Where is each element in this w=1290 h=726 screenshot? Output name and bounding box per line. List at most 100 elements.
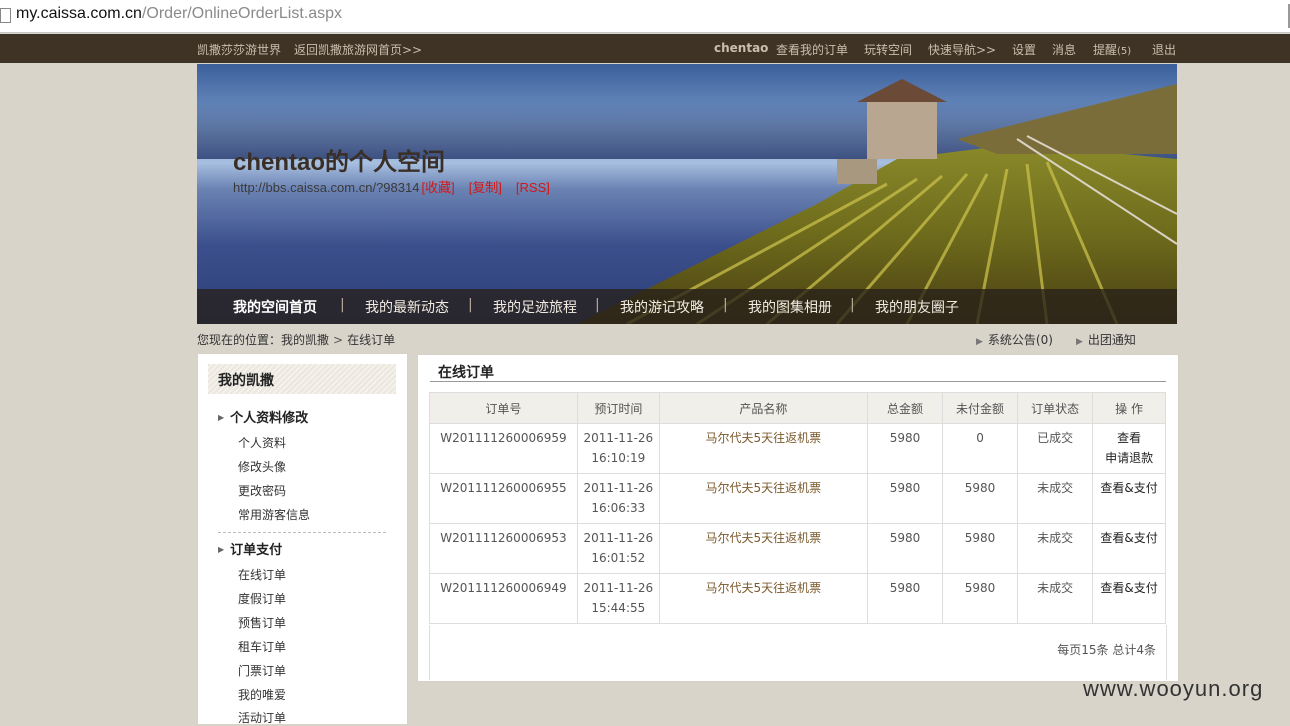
sidebar-item-car-orders[interactable]: 租车订单	[238, 638, 286, 655]
orders-table: 订单号 预订时间 产品名称 总金额 未付金额 订单状态 操 作 W2011112…	[429, 392, 1166, 624]
nav-link-settings[interactable]: 设置	[1012, 41, 1036, 58]
total-amount: 5980	[867, 573, 944, 624]
nav-link-messages[interactable]: 消息	[1052, 41, 1076, 58]
order-clock: 15:44:55	[591, 601, 646, 615]
triangle-right-icon: ▶	[218, 413, 225, 422]
page-icon	[0, 8, 11, 23]
view-and-pay-link[interactable]: 查看&支付	[1094, 478, 1164, 498]
view-and-pay-link[interactable]: 查看&支付	[1094, 578, 1164, 598]
order-clock: 16:06:33	[591, 501, 646, 515]
order-status: 未成交	[1017, 473, 1094, 524]
sidebar-divider	[218, 532, 386, 533]
nav-link-back-home[interactable]: 返回凯撒旅游网首页>>	[294, 41, 422, 58]
menu-separator: |	[595, 297, 600, 313]
order-number: W201111260006949	[429, 573, 578, 624]
product-name[interactable]: 马尔代夫5天往返机票	[659, 473, 868, 524]
sidebar-item-avatar[interactable]: 修改头像	[238, 458, 286, 475]
order-clock: 16:10:19	[591, 451, 646, 465]
unpaid-amount: 0	[942, 423, 1019, 474]
sidebar-group-orders[interactable]: ▶ 订单支付	[218, 539, 282, 558]
product-name[interactable]: 马尔代夫5天往返机票	[659, 423, 868, 474]
column-header: 预订时间	[577, 392, 660, 424]
menu-separator: |	[468, 297, 473, 313]
table-row: W201111260006953 2011-11-26 16:01:52 马尔代夫…	[429, 523, 1166, 574]
space-url: http://bbs.caissa.com.cn/?98314	[233, 180, 420, 195]
view-link[interactable]: 查看	[1094, 428, 1164, 448]
bookmark-link[interactable]: [收藏]	[421, 180, 454, 195]
sidebar-item-ticket-orders[interactable]: 门票订单	[238, 662, 286, 679]
order-time: 2011-11-26 16:01:52	[577, 523, 660, 574]
sidebar-header: 我的凯撒	[208, 364, 396, 394]
table-row: W201111260006959 2011-11-26 16:10:19 马尔代夫…	[429, 423, 1166, 474]
menu-separator: |	[850, 297, 855, 313]
address-bar[interactable]: my.caissa.com.cn/Order/OnlineOrderList.a…	[0, 0, 1290, 33]
rss-link[interactable]: [RSS]	[516, 180, 550, 195]
space-url-line: http://bbs.caissa.com.cn/?98314 [收藏] [复制] […	[233, 177, 550, 196]
triangle-right-icon: ▶	[1076, 337, 1083, 347]
sidebar-item-vacation-orders[interactable]: 度假订单	[238, 590, 286, 607]
copy-link[interactable]: [复制]	[469, 180, 502, 195]
column-header: 未付金额	[942, 392, 1019, 424]
username[interactable]: chentao	[714, 41, 768, 55]
departure-notice-link[interactable]: ▶ 出团通知	[1076, 331, 1136, 348]
order-clock: 16:01:52	[591, 551, 646, 565]
menu-footprints[interactable]: 我的足迹旅程	[493, 297, 577, 317]
product-name[interactable]: 马尔代夫5天往返机票	[659, 573, 868, 624]
order-status: 未成交	[1017, 573, 1094, 624]
total-amount: 5980	[867, 523, 944, 574]
order-time: 2011-11-26 16:10:19	[577, 423, 660, 474]
order-actions: 查看&支付	[1092, 573, 1166, 624]
column-header: 产品名称	[659, 392, 868, 424]
breadcrumb: 您现在的位置：我的凯撒 > 在线订单	[197, 331, 395, 348]
sidebar-header-label: 我的凯撒	[218, 373, 274, 389]
sidebar-group-label: 订单支付	[230, 543, 283, 558]
nav-link-my-orders[interactable]: 查看我的订单	[776, 41, 848, 58]
nav-link-reminders[interactable]: 提醒(5)	[1093, 41, 1131, 58]
sidebar-item-travelers[interactable]: 常用游客信息	[238, 506, 310, 523]
order-number: W201111260006955	[429, 473, 578, 524]
menu-separator: |	[340, 297, 345, 313]
nav-link-quick-nav[interactable]: 快速导航>>	[928, 41, 996, 58]
breadcrumb-separator: >	[333, 333, 344, 347]
triangle-right-icon: ▶	[976, 337, 983, 347]
column-header: 总金额	[867, 392, 944, 424]
column-header: 订单状态	[1017, 392, 1094, 424]
sidebar-group-label: 个人资料修改	[230, 411, 309, 426]
url-path: /Order/OnlineOrderList.aspx	[141, 5, 343, 22]
logout-link[interactable]: 退出	[1152, 41, 1176, 58]
sidebar-item-my-favorites[interactable]: 我的唯爱	[238, 686, 286, 703]
table-row: W201111260006955 2011-11-26 16:06:33 马尔代夫…	[429, 473, 1166, 524]
view-and-pay-link[interactable]: 查看&支付	[1094, 528, 1164, 548]
menu-albums[interactable]: 我的图集相册	[748, 297, 832, 317]
space-menu: 我的空间首页 | 我的最新动态 | 我的足迹旅程 | 我的游记攻略 | 我的图集…	[197, 289, 1177, 324]
menu-friends[interactable]: 我的朋友圈子	[875, 297, 959, 317]
sidebar-item-online-orders[interactable]: 在线订单	[238, 566, 286, 583]
sidebar-group-profile[interactable]: ▶ 个人资料修改	[218, 407, 308, 426]
menu-separator: |	[723, 297, 728, 313]
sidebar-item-event-orders[interactable]: 活动订单	[238, 709, 286, 726]
order-actions: 查看&支付	[1092, 523, 1166, 574]
url-host: my.caissa.com.cn	[16, 5, 142, 22]
sidebar-item-profile[interactable]: 个人资料	[238, 434, 286, 451]
menu-latest-activity[interactable]: 我的最新动态	[365, 297, 449, 317]
breadcrumb-item-my-caissa[interactable]: 我的凯撒	[281, 333, 329, 347]
product-name[interactable]: 马尔代夫5天往返机票	[659, 523, 868, 574]
system-notice-link[interactable]: ▶ 系统公告(0)	[976, 331, 1053, 348]
order-number: W201111260006953	[429, 523, 578, 574]
total-amount: 5980	[867, 473, 944, 524]
top-nav: 凯撒莎莎游世界 返回凯撒旅游网首页>> chentao 查看我的订单 玩转空间 …	[0, 34, 1290, 63]
space-banner: chentao的个人空间 http://bbs.caissa.com.cn/?9…	[197, 64, 1177, 324]
nav-link-caissa-world[interactable]: 凯撒莎莎游世界	[197, 41, 281, 58]
menu-travel-notes[interactable]: 我的游记攻略	[620, 297, 704, 317]
reminders-label: 提醒	[1093, 43, 1118, 57]
refund-link[interactable]: 申请退款	[1094, 448, 1164, 468]
order-time: 2011-11-26 16:06:33	[577, 473, 660, 524]
sidebar-item-presale-orders[interactable]: 预售订单	[238, 614, 286, 631]
order-time: 2011-11-26 15:44:55	[577, 573, 660, 624]
nav-link-play-space[interactable]: 玩转空间	[864, 41, 912, 58]
total-amount: 5980	[867, 423, 944, 474]
title-underline	[430, 381, 1166, 382]
menu-space-home[interactable]: 我的空间首页	[233, 297, 317, 317]
url-text[interactable]: my.caissa.com.cn/Order/OnlineOrderList.a…	[16, 5, 342, 23]
sidebar-item-password[interactable]: 更改密码	[238, 482, 286, 499]
